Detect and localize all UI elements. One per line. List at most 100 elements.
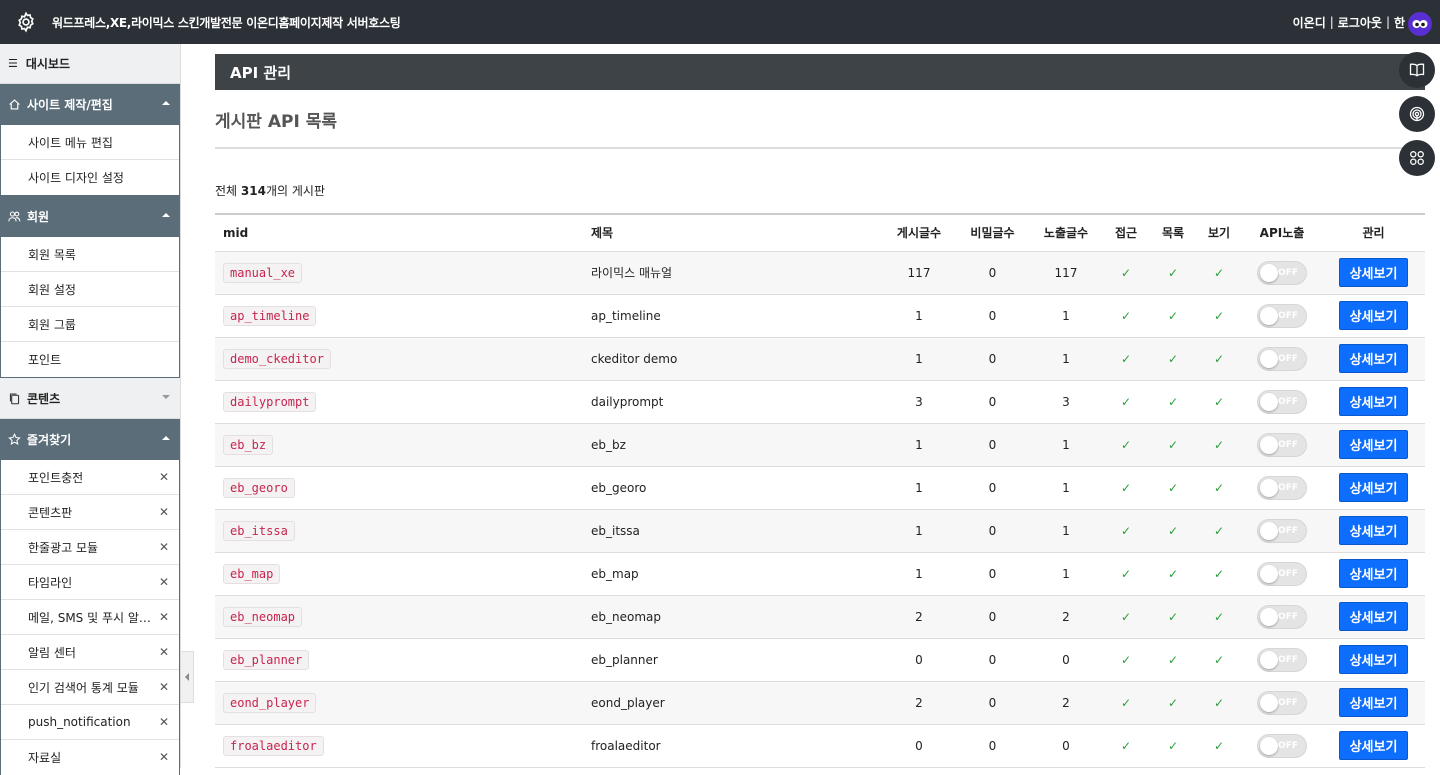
close-icon[interactable]: ✕ (159, 610, 169, 624)
caret-up-icon (162, 101, 170, 105)
detail-button[interactable]: 상세보기 (1338, 258, 1409, 287)
favorite-item[interactable]: push_notification ✕ (1, 705, 179, 740)
visible-count: 1 (1030, 423, 1102, 467)
sidebar-item-member-list[interactable]: 회원 목록 (1, 237, 179, 272)
post-count: 1 (883, 552, 955, 596)
close-icon[interactable]: ✕ (159, 470, 169, 484)
check-icon: ✓ (1213, 523, 1225, 538)
logout-link[interactable]: 로그아웃 (1338, 14, 1382, 31)
post-count: 3 (883, 380, 955, 424)
sidebar-item-member-groups[interactable]: 회원 그룹 (1, 307, 179, 342)
api-expose-toggle[interactable]: OFF (1257, 260, 1307, 285)
mid-code: eb_planner (223, 649, 310, 670)
api-expose-toggle[interactable]: OFF (1257, 475, 1307, 500)
close-icon[interactable]: ✕ (159, 645, 169, 659)
favorite-item[interactable]: 한줄광고 모듈 ✕ (1, 530, 179, 565)
detail-button[interactable]: 상세보기 (1338, 645, 1409, 674)
col-visible: 노출글수 (1030, 213, 1102, 252)
extra-link[interactable]: 한 (1394, 14, 1406, 31)
close-icon[interactable]: ✕ (159, 680, 169, 694)
close-icon[interactable]: ✕ (159, 575, 169, 589)
detail-button[interactable]: 상세보기 (1338, 387, 1409, 416)
close-icon[interactable]: ✕ (159, 505, 169, 519)
sidebar-section-members[interactable]: 회원 (0, 196, 180, 237)
detail-button[interactable]: 상세보기 (1338, 430, 1409, 459)
api-expose-toggle[interactable]: OFF (1257, 647, 1307, 672)
sidebar-section-site[interactable]: 사이트 제작/편집 (0, 84, 180, 125)
secret-count: 0 (955, 509, 1030, 553)
detail-button[interactable]: 상세보기 (1338, 559, 1409, 588)
favorite-item[interactable]: 포인트충전 ✕ (1, 460, 179, 495)
check-icon: ✓ (1167, 695, 1179, 710)
api-expose-toggle[interactable]: OFF (1257, 346, 1307, 371)
col-access: 접근 (1102, 213, 1150, 252)
book-icon[interactable] (1399, 52, 1435, 88)
col-view: 보기 (1196, 213, 1242, 252)
site-title[interactable]: 워드프레스,XE,라이믹스 스킨개발전문 이온디홈페이지제작 서버호스팅 (52, 14, 401, 31)
favorite-item[interactable]: 인기 검색어 통계 모듈 ✕ (1, 670, 179, 705)
sidebar-group-favorites: 포인트충전 ✕ 콘텐츠판 ✕ 한줄광고 모듈 ✕ 타임라인 ✕ 메일, SMS 및 푸시… (0, 460, 180, 775)
api-expose-toggle[interactable]: OFF (1257, 604, 1307, 629)
board-title: ckeditor demo (583, 337, 883, 381)
broadcast-icon[interactable] (1399, 96, 1435, 132)
api-expose-toggle[interactable]: OFF (1257, 518, 1307, 543)
sidebar-item-member-settings[interactable]: 회원 설정 (1, 272, 179, 307)
sidebar-section-contents[interactable]: 콘텐츠 (0, 378, 180, 419)
sidebar-item-menu-edit[interactable]: 사이트 메뉴 편집 (1, 125, 179, 160)
favorite-item[interactable]: 알림 센터 ✕ (1, 635, 179, 670)
detail-button[interactable]: 상세보기 (1338, 473, 1409, 502)
sidebar: ☰ 대시보드 사이트 제작/편집 사이트 메뉴 편집 사이트 디자인 설정 회원… (0, 44, 181, 775)
sidebar-section-favorites[interactable]: 즐겨찾기 (0, 419, 180, 460)
toggle-state: OFF (1278, 396, 1298, 407)
favorite-item[interactable]: 메일, SMS 및 푸시 알림 관리✕ (1, 600, 179, 635)
check-icon: ✓ (1167, 351, 1179, 366)
sidebar-collapse-handle[interactable] (181, 651, 194, 703)
toggle-knob (1260, 306, 1278, 325)
api-expose-toggle[interactable]: OFF (1257, 303, 1307, 328)
favorite-item[interactable]: 자료실 ✕ (1, 740, 179, 775)
api-expose-toggle[interactable]: OFF (1257, 389, 1307, 414)
board-count: 전체 314개의 게시판 (215, 184, 325, 198)
grid-icon[interactable] (1399, 140, 1435, 176)
detail-button[interactable]: 상세보기 (1338, 344, 1409, 373)
favorite-item[interactable]: 타임라인 ✕ (1, 565, 179, 600)
sidebar-item-design[interactable]: 사이트 디자인 설정 (1, 160, 179, 195)
sidebar-item-points[interactable]: 포인트 (1, 342, 179, 377)
close-icon[interactable]: ✕ (159, 750, 169, 764)
check-icon: ✓ (1213, 738, 1225, 753)
favorite-item[interactable]: 콘텐츠판 ✕ (1, 495, 179, 530)
close-icon[interactable]: ✕ (159, 715, 169, 729)
mid-code: froalaeditor (223, 735, 324, 756)
post-count: 1 (883, 509, 955, 553)
table-row: eb_bz eb_bz 1 0 1 ✓ ✓ ✓ OFF 상세보기 (215, 423, 1425, 467)
table-row: manual_xe 라이믹스 매뉴얼 117 0 117 ✓ ✓ ✓ OFF 상세보기 (215, 251, 1425, 295)
check-icon: ✓ (1120, 566, 1132, 581)
toggle-knob (1260, 349, 1278, 368)
detail-button[interactable]: 상세보기 (1338, 516, 1409, 545)
col-posts: 게시글수 (883, 213, 955, 252)
detail-button[interactable]: 상세보기 (1338, 301, 1409, 330)
col-manage: 관리 (1322, 213, 1425, 252)
sidebar-section-label: 즐겨찾기 (27, 433, 72, 447)
toggle-state: OFF (1278, 611, 1298, 622)
api-expose-toggle[interactable]: OFF (1257, 733, 1307, 758)
board-title: eb_planner (583, 638, 883, 682)
detail-button[interactable]: 상세보기 (1338, 731, 1409, 760)
api-expose-toggle[interactable]: OFF (1257, 561, 1307, 586)
post-count: 1 (883, 337, 955, 381)
page-title: API 관리 (215, 54, 1425, 90)
toggle-state: OFF (1278, 353, 1298, 364)
check-icon: ✓ (1120, 308, 1132, 323)
user-name-link[interactable]: 이온디 (1293, 14, 1326, 31)
avatar-icon[interactable] (1408, 12, 1432, 36)
col-api-expose: API노출 (1242, 213, 1322, 252)
api-expose-toggle[interactable]: OFF (1257, 690, 1307, 715)
close-icon[interactable]: ✕ (159, 540, 169, 554)
detail-button[interactable]: 상세보기 (1338, 602, 1409, 631)
table-row: eb_neomap eb_neomap 2 0 2 ✓ ✓ ✓ OFF 상세보기 (215, 595, 1425, 639)
toggle-knob (1260, 607, 1278, 626)
api-expose-toggle[interactable]: OFF (1257, 432, 1307, 457)
sidebar-item-dashboard[interactable]: ☰ 대시보드 (0, 44, 180, 84)
detail-button[interactable]: 상세보기 (1338, 688, 1409, 717)
gear-icon[interactable] (0, 0, 52, 44)
